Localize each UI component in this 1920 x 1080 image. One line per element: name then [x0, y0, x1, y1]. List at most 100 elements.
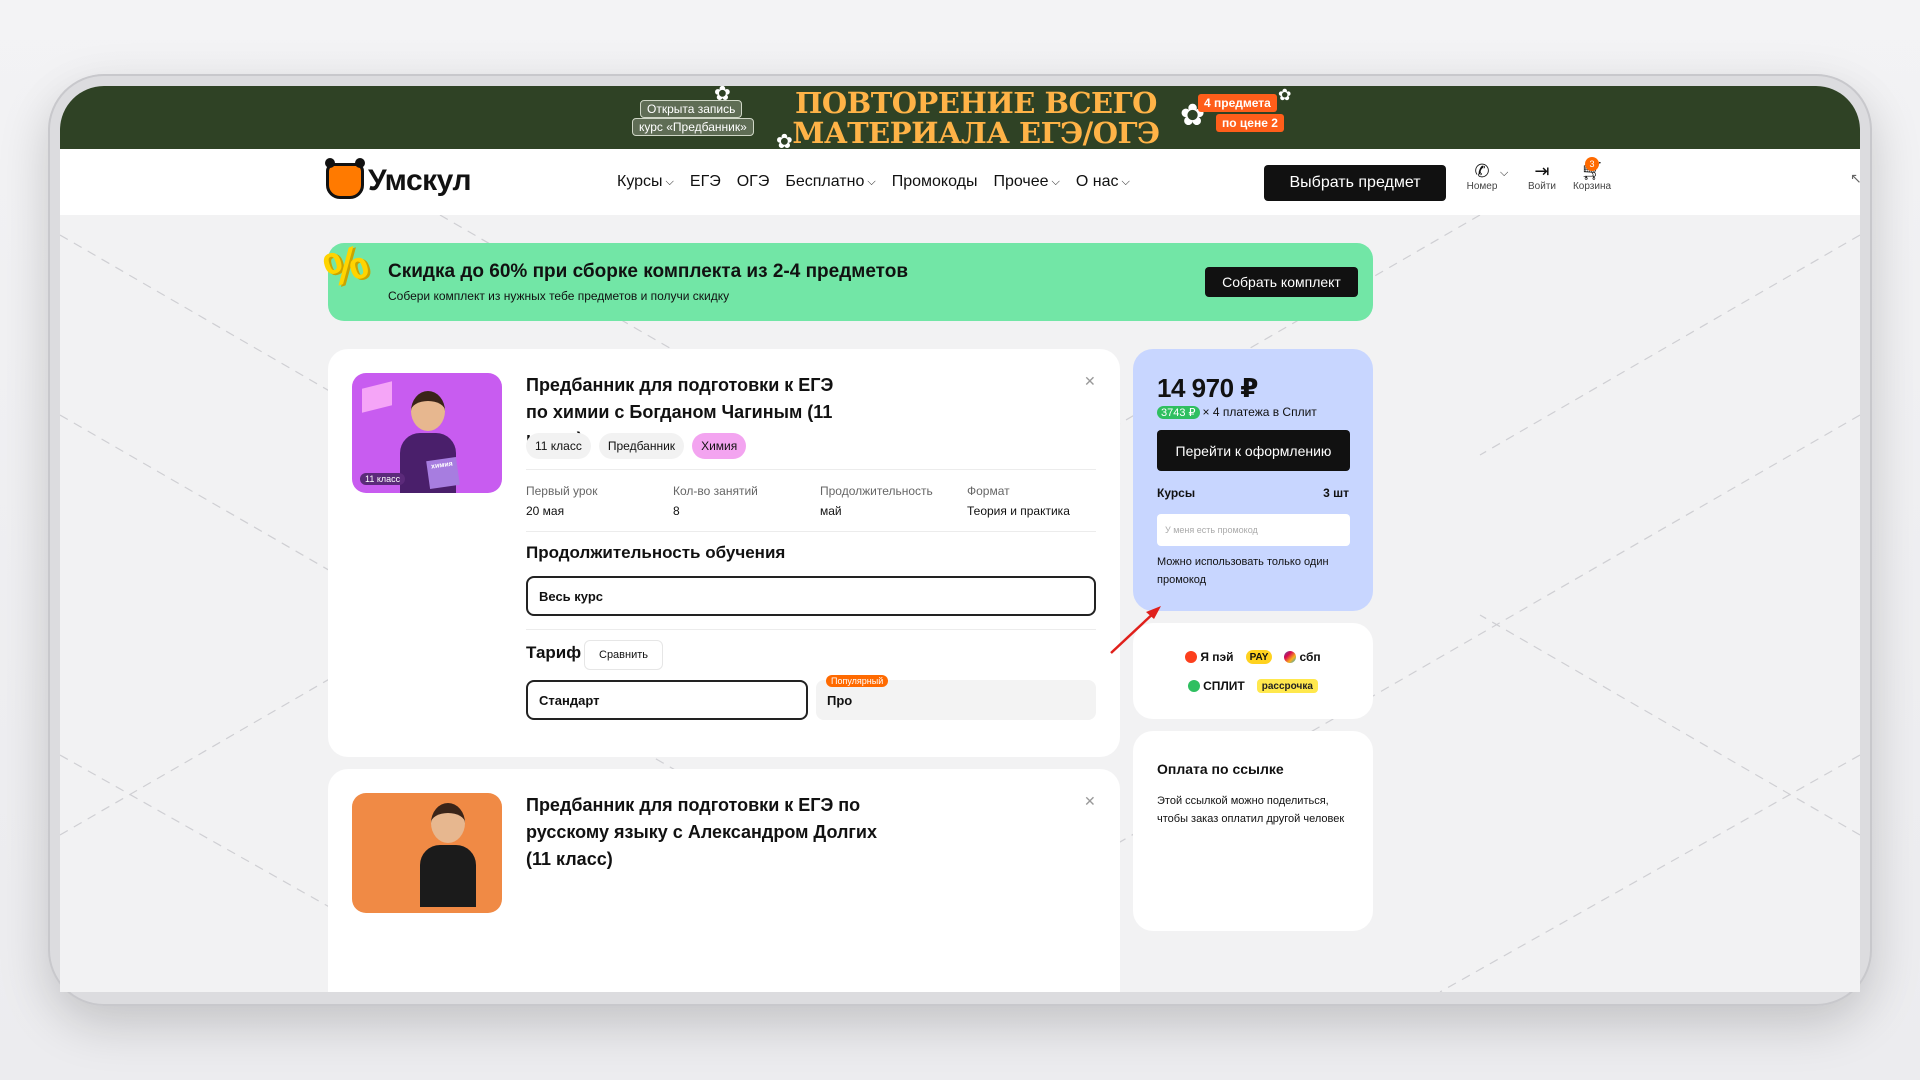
chevron-down-icon: ⌵: [665, 175, 674, 188]
nav-item-courses[interactable]: Курсы ⌵: [617, 173, 674, 191]
meta-value: 8: [673, 504, 680, 518]
book-label: химия: [426, 457, 460, 489]
yandex-pay-logo: Я пэй: [1185, 650, 1234, 664]
login-button[interactable]: ⇥ Войти: [1520, 161, 1564, 192]
payment-label: рассрочка: [1261, 680, 1313, 692]
price-badge: по цене 2: [1216, 114, 1284, 132]
phone-icon: ✆: [1474, 161, 1490, 181]
bear-logo-icon: [325, 158, 365, 199]
course-thumbnail[interactable]: химия 11 класс: [352, 373, 502, 493]
total-price: 14 970 ₽: [1157, 373, 1258, 403]
chip-subject: Химия: [692, 433, 747, 459]
split-info: 3743 ₽ × 4 платежа в Сплит: [1157, 405, 1317, 419]
remove-course-close-icon[interactable]: ✕: [1084, 373, 1096, 390]
meta-key: Формат: [967, 484, 1010, 498]
courses-label: Курсы: [1157, 486, 1196, 500]
chevron-down-icon: ⌵: [1121, 175, 1130, 188]
course-pill: курс «Предбанник»: [632, 118, 754, 136]
checkout-button[interactable]: Перейти к оформлению: [1157, 430, 1350, 471]
pay-logo: PAY: [1245, 650, 1273, 664]
duration-heading: Продолжительность обучения: [526, 543, 786, 562]
choose-subject-button[interactable]: Выбрать предмет: [1264, 165, 1446, 201]
meta-value: 20 мая: [526, 504, 565, 518]
browser-viewport: ✿ Открыта запись курс «Предбанник» ✿ ПОВ…: [60, 86, 1860, 992]
pay-link-description: Этой ссылкой можно поделиться, чтобы зак…: [1157, 795, 1345, 825]
site-header: Умскул Курсы ⌵ ЕГЭ ОГЭ Бесплатно ⌵ Промоко…: [60, 149, 1860, 215]
logo-text: Умскул: [368, 164, 472, 197]
phone-button[interactable]: ✆ Номер: [1460, 161, 1504, 192]
duration-select[interactable]: Весь курс: [526, 576, 1096, 616]
nav-item-free[interactable]: Бесплатно ⌵: [785, 173, 875, 191]
nav-item-other[interactable]: Прочее ⌵: [993, 173, 1059, 191]
pay-by-link-card: Оплата по ссылке Этой ссылкой можно поде…: [1133, 731, 1373, 931]
courses-count: 3 шт: [1323, 486, 1349, 500]
nav-label: ОГЭ: [736, 173, 770, 190]
meta-key: Первый урок: [526, 484, 598, 498]
grade-tag: 11 класс: [360, 473, 406, 485]
subjects-badge: 4 предмета: [1198, 94, 1277, 112]
chip-grade: 11 класс: [526, 433, 591, 459]
flower-icon: ✿: [1278, 87, 1292, 104]
sbp-logo: сбп: [1284, 650, 1321, 664]
cart-count-badge: 3: [1585, 157, 1599, 171]
course-meta: Первый урок 20 мая Кол-во занятий 8 Продол…: [526, 484, 1114, 518]
payment-label: PAY: [1249, 651, 1269, 663]
payment-label: Я пэй: [1200, 650, 1234, 664]
payment-methods: Я пэй PAY сбп СПЛИТ рассрочка: [1133, 623, 1373, 719]
nav-label: Промокоды: [891, 173, 978, 190]
bundle-subline: Собери комплект из нужных тебе предметов…: [388, 289, 730, 303]
teacher-photo: [420, 803, 476, 907]
nav-item-about[interactable]: О нас ⌵: [1076, 173, 1130, 191]
course-title[interactable]: Предбанник для подготовки к ЕГЭ по русск…: [526, 792, 906, 873]
chevron-down-icon[interactable]: ⌵: [1500, 167, 1508, 180]
phone-label: Номер: [1466, 181, 1498, 192]
meta-value: май: [820, 504, 842, 518]
nav-label: Прочее: [993, 173, 1049, 190]
divider: [526, 629, 1096, 630]
installment-logo: рассрочка: [1256, 679, 1318, 693]
chevron-down-icon: ⌵: [1051, 175, 1060, 188]
nav-item-promocodes[interactable]: Промокоды: [892, 173, 978, 191]
popular-badge: Популярный: [826, 675, 889, 687]
build-bundle-button[interactable]: Собрать комплект: [1205, 267, 1358, 297]
promo-note: Можно использовать только один промокод: [1157, 556, 1329, 586]
nav-label: О нас: [1075, 173, 1119, 190]
nav-label: Курсы: [617, 173, 663, 190]
remove-course-close-icon[interactable]: ✕: [1084, 793, 1096, 810]
split-logo: СПЛИТ: [1188, 679, 1245, 693]
payment-label: СПЛИТ: [1203, 679, 1245, 693]
payment-row: СПЛИТ рассрочка: [1133, 679, 1373, 693]
mouse-cursor-icon: ↖: [1850, 170, 1860, 186]
divider: [526, 469, 1096, 470]
tariff-heading: Тариф: [526, 643, 582, 662]
split-amount: 3743 ₽: [1157, 405, 1200, 419]
main-nav: Курсы ⌵ ЕГЭ ОГЭ Бесплатно ⌵ Промокоды Проч…: [617, 173, 1130, 191]
login-icon: ⇥: [1534, 161, 1550, 181]
cart-label: Корзина: [1572, 181, 1612, 192]
nav-item-ege[interactable]: ЕГЭ: [690, 173, 721, 191]
compare-tariffs-button[interactable]: Сравнить: [584, 640, 664, 670]
promo-code-input[interactable]: [1157, 514, 1350, 546]
cart-course-card: Предбанник для подготовки к ЕГЭ по русск…: [328, 769, 1120, 992]
top-promo-banner[interactable]: ✿ Открыта запись курс «Предбанник» ✿ ПОВ…: [60, 86, 1860, 149]
nav-item-oge[interactable]: ОГЭ: [737, 173, 770, 191]
cart-course-card: химия 11 класс Предбанник для подготовки…: [328, 349, 1120, 757]
cube-decoration-icon: [362, 381, 392, 413]
nav-label: ЕГЭ: [689, 173, 721, 190]
course-chips: 11 класс Предбанник Химия: [526, 433, 747, 459]
chevron-down-icon: ⌵: [867, 175, 876, 188]
meta-key: Продолжительность: [820, 484, 933, 498]
payment-label: сбп: [1299, 650, 1321, 664]
chip-type: Предбанник: [598, 433, 685, 459]
meta-key: Кол-во занятий: [673, 484, 758, 498]
bundle-discount-banner: % Скидка до 60% при сборке комплекта из …: [318, 235, 1373, 321]
split-text: × 4 платежа в Сплит: [1202, 405, 1317, 419]
course-thumbnail[interactable]: [352, 793, 502, 913]
enrollment-pill: Открыта запись: [640, 100, 743, 118]
divider: [526, 531, 1096, 532]
nav-label: Бесплатно: [785, 173, 865, 190]
tariff-standard-option[interactable]: Стандарт: [526, 680, 808, 720]
order-summary: 14 970 ₽ 3743 ₽ × 4 платежа в Сплит Пере…: [1133, 349, 1373, 611]
logo[interactable]: Умскул: [325, 158, 472, 199]
login-label: Войти: [1528, 181, 1556, 192]
